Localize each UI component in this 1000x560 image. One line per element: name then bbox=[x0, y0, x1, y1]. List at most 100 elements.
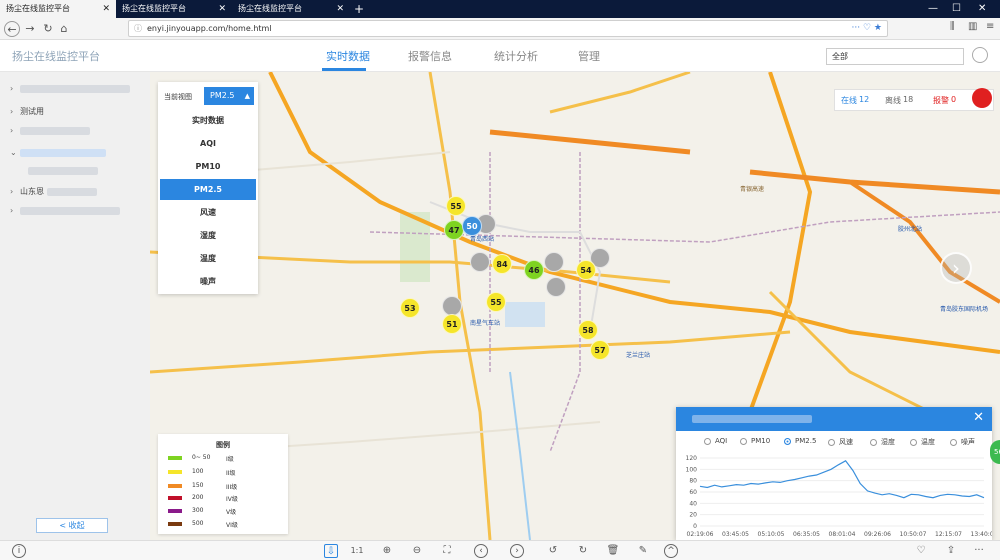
window-close-icon[interactable]: ✕ bbox=[978, 0, 986, 18]
map-marker-offline[interactable] bbox=[470, 252, 490, 272]
radio-label: PM2.5 bbox=[795, 437, 817, 445]
tree-item[interactable]: › 测试用 bbox=[10, 106, 44, 118]
close-icon[interactable]: ✕ bbox=[973, 410, 984, 425]
favorite-icon[interactable]: ♡ bbox=[914, 544, 928, 558]
prev-icon[interactable]: ‹ bbox=[474, 544, 488, 558]
map-next-arrow[interactable]: › bbox=[940, 252, 972, 284]
view-option-selected[interactable]: PM2.5 bbox=[160, 179, 256, 200]
collapse-button[interactable]: < 收起 bbox=[36, 518, 108, 533]
tree-item[interactable]: › bbox=[10, 84, 130, 96]
home-icon[interactable]: ⌂ bbox=[56, 21, 72, 37]
fullscreen-icon[interactable]: ⛶ bbox=[440, 544, 454, 558]
map-marker[interactable]: 55 bbox=[446, 196, 466, 216]
bookmark-star-icon[interactable]: ··· ♡ ★ bbox=[852, 21, 882, 36]
radio-pm25[interactable]: PM2.5 bbox=[784, 437, 816, 445]
view-option[interactable]: 噪声 bbox=[160, 271, 256, 292]
info-icon[interactable]: ⓘ bbox=[134, 21, 142, 36]
blurred-label bbox=[28, 166, 98, 175]
nav-manage[interactable]: 管理 bbox=[578, 48, 600, 64]
map-marker[interactable]: 46 bbox=[524, 260, 544, 280]
forward-icon[interactable]: → bbox=[22, 21, 38, 37]
next-icon[interactable]: › bbox=[510, 544, 524, 558]
sidebar-toggle-icon[interactable]: ▥ bbox=[968, 21, 977, 32]
new-tab-icon[interactable]: + bbox=[354, 0, 364, 18]
alarm-user-icon[interactable] bbox=[972, 88, 992, 108]
share-icon[interactable]: ⇪ bbox=[944, 544, 958, 558]
radio-noise[interactable]: 噪声 bbox=[950, 437, 975, 447]
menu-icon[interactable]: ≡ bbox=[986, 21, 994, 32]
close-icon[interactable]: ✕ bbox=[336, 0, 344, 18]
map-station-label: 南星气车站 bbox=[470, 320, 501, 327]
map-station-label: 芝兰庄站 bbox=[626, 352, 651, 359]
legend-level: III级 bbox=[226, 484, 238, 491]
more-icon[interactable]: ··· bbox=[972, 544, 986, 558]
view-option[interactable]: 温度 bbox=[160, 248, 256, 269]
map-marker[interactable]: 47 bbox=[444, 220, 464, 240]
zoom-out-icon[interactable]: ⊖ bbox=[410, 544, 424, 558]
radio-label: AQI bbox=[715, 437, 728, 445]
user-icon[interactable] bbox=[972, 47, 988, 63]
tree-item[interactable]: ⌄ bbox=[10, 148, 106, 160]
map-marker-offline[interactable] bbox=[546, 277, 566, 297]
close-icon[interactable]: ✕ bbox=[218, 0, 226, 18]
maximize-icon[interactable]: ☐ bbox=[952, 0, 961, 18]
view-option[interactable]: AQI bbox=[160, 133, 256, 154]
view-option[interactable]: 湿度 bbox=[160, 225, 256, 246]
map-marker[interactable]: 53 bbox=[400, 298, 420, 318]
tab-title: 扬尘在线监控平台 bbox=[6, 4, 70, 13]
actual-size-icon[interactable]: 1:1 bbox=[350, 544, 364, 558]
radio-humidity[interactable]: 湿度 bbox=[870, 437, 895, 447]
x-tick-label: 02:19:06 bbox=[687, 531, 714, 538]
map-marker[interactable]: 51 bbox=[442, 314, 462, 334]
pointer-icon[interactable]: ⇩ bbox=[324, 544, 338, 558]
nav-realtime[interactable]: 实时数据 bbox=[326, 48, 370, 64]
radio-temperature[interactable]: 温度 bbox=[910, 437, 935, 447]
legend-range: 100 bbox=[192, 468, 204, 475]
map-marker[interactable]: 54 bbox=[576, 260, 596, 280]
side-badge[interactable]: 56 bbox=[990, 440, 1000, 464]
region-select[interactable]: 全部 bbox=[826, 48, 964, 65]
rotate-left-icon[interactable]: ↺ bbox=[546, 544, 560, 558]
map-marker-offline[interactable] bbox=[544, 252, 564, 272]
radio-aqi[interactable]: AQI bbox=[704, 437, 727, 445]
edit-icon[interactable]: ✎ bbox=[636, 544, 650, 558]
map-marker[interactable]: 84 bbox=[492, 254, 512, 274]
tree-subitem[interactable] bbox=[28, 166, 98, 178]
zoom-in-icon[interactable]: ⊕ bbox=[380, 544, 394, 558]
delete-icon[interactable]: 🗑 bbox=[606, 544, 620, 558]
online-count[interactable]: 12 bbox=[859, 95, 869, 104]
view-option[interactable]: 风速 bbox=[160, 202, 256, 223]
tree-item[interactable]: › bbox=[10, 126, 90, 138]
x-tick-label: 03:45:05 bbox=[722, 531, 749, 538]
map-marker[interactable]: 58 bbox=[578, 320, 598, 340]
offline-count[interactable]: 18 bbox=[903, 95, 913, 104]
info-icon[interactable]: i bbox=[12, 544, 26, 558]
map-marker[interactable]: 55 bbox=[486, 292, 506, 312]
browser-tab[interactable]: 扬尘在线监控平台 ✕ bbox=[0, 0, 116, 18]
browser-tab[interactable]: 扬尘在线监控平台 ✕ bbox=[116, 0, 232, 18]
view-option[interactable]: 实时数据 bbox=[160, 110, 256, 131]
nav-statistics[interactable]: 统计分析 bbox=[494, 48, 538, 64]
collapse-up-icon[interactable]: ^ bbox=[664, 544, 678, 558]
radio-dot bbox=[784, 437, 791, 445]
y-tick-label: 0 bbox=[693, 523, 697, 530]
map-marker[interactable]: 57 bbox=[590, 340, 610, 360]
library-icon[interactable]: ⫼ bbox=[950, 21, 955, 32]
alarm-count[interactable]: 0 bbox=[951, 95, 956, 104]
tree-item[interactable]: › 山东恩 bbox=[10, 186, 97, 198]
view-select[interactable]: PM2.5 ▲ bbox=[204, 87, 254, 105]
radio-wind[interactable]: 风速 bbox=[828, 437, 853, 447]
close-icon[interactable]: ✕ bbox=[102, 0, 110, 18]
nav-alarms[interactable]: 报警信息 bbox=[408, 48, 452, 64]
minimize-icon[interactable]: — bbox=[928, 0, 938, 18]
map-marker[interactable]: 50 bbox=[462, 216, 482, 236]
url-bar[interactable]: ⓘ enyi.jinyouapp.com/home.html ··· ♡ ★ bbox=[128, 20, 888, 37]
view-option[interactable]: PM10 bbox=[160, 156, 256, 177]
radio-pm10[interactable]: PM10 bbox=[740, 437, 770, 445]
back-icon[interactable]: ← bbox=[4, 21, 20, 37]
browser-tab[interactable]: 扬尘在线监控平台 ✕ bbox=[232, 0, 350, 18]
tree-item[interactable]: › bbox=[10, 206, 120, 218]
map-marker-offline[interactable] bbox=[442, 296, 462, 316]
reload-icon[interactable]: ↻ bbox=[40, 21, 56, 37]
rotate-right-icon[interactable]: ↻ bbox=[576, 544, 590, 558]
